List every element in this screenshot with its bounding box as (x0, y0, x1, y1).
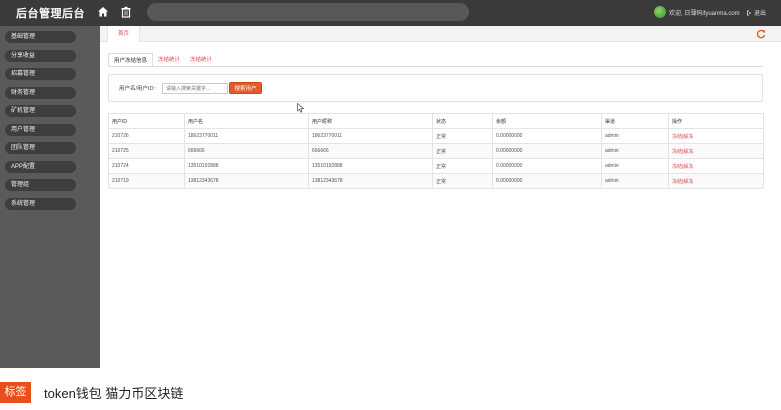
table-row: 210725 666666 666666 正常 0.00000000 admin… (108, 143, 764, 159)
home-icon[interactable] (96, 5, 110, 19)
cell-user-id: 210719 (108, 173, 185, 189)
logout-link[interactable]: 退出 (746, 8, 766, 17)
cell-user-id: 210724 (108, 158, 185, 174)
cell-user-id: 210725 (108, 143, 185, 159)
sidebar: 基础管理 分享收益 招募管理 财务管理 矿机管理 用户管理 团队管理 APP配置… (0, 26, 100, 368)
filter-label: 用户名/用户ID: (119, 86, 156, 92)
app-frame: 后台管理后台 欢迎, 日薄码ifyuanma.com 退出 基础管理 分享收益 … (0, 0, 781, 368)
filter-panel: 用户名/用户ID: 搜索用户 (108, 74, 763, 102)
sidebar-item-miner[interactable]: 矿机管理 (5, 105, 76, 117)
freeze-action-link[interactable]: 冻结|解冻 (668, 158, 764, 174)
cell-nickname: 13510192888 (308, 158, 433, 174)
col-user-id: 用户ID (108, 113, 185, 129)
sidebar-item-team[interactable]: 团队管理 (5, 142, 76, 154)
app-title: 后台管理后台 (16, 8, 85, 20)
user-table: 用户ID 用户名 用户昵称 状态 余额 渠道 操作 210726 1862377… (108, 113, 764, 189)
tab-home[interactable]: 首页 (107, 26, 140, 42)
user-info: 欢迎, 日薄码ifyuanma.com (654, 5, 740, 19)
cell-balance: 0.00000000 (492, 128, 602, 144)
table-row: 210719 13812343678 13812343678 正常 0.0000… (108, 173, 764, 189)
sidebar-item-app-config[interactable]: APP配置 (5, 160, 76, 173)
sidebar-item-system[interactable]: 系统管理 (5, 197, 76, 210)
freeze-action-link[interactable]: 冻结|解冻 (668, 143, 764, 159)
cell-user-id: 210726 (108, 128, 185, 144)
sidebar-item-admin-group[interactable]: 管理组 (5, 179, 76, 191)
cell-balance: 0.00000000 (492, 158, 602, 174)
freeze-action-link[interactable]: 冻结|解冻 (668, 128, 764, 144)
sub-tabs: 用户冻结信息 冻结统计 冻结统计 (108, 53, 217, 67)
cell-status: 正常 (432, 173, 493, 189)
cell-username: 18623770011 (184, 128, 309, 144)
main-content: 首页 用户冻结信息 冻结统计 冻结统计 用户名/用户ID: 搜索用户 (100, 26, 781, 368)
col-nickname: 用户昵称 (308, 113, 433, 129)
sidebar-item-share-income[interactable]: 分享收益 (5, 49, 76, 62)
logout-icon (747, 10, 752, 15)
cursor-icon (297, 103, 305, 113)
table-row: 210724 13510192888 13510192888 正常 0.0000… (108, 158, 764, 174)
cell-status: 正常 (432, 128, 493, 144)
avatar[interactable] (654, 6, 666, 18)
sidebar-item-users[interactable]: 用户管理 (5, 123, 76, 136)
col-actions: 操作 (668, 113, 764, 129)
col-balance: 余额 (492, 113, 602, 129)
cell-nickname: 666666 (308, 143, 433, 159)
refresh-icon[interactable] (756, 29, 766, 39)
subtab-freeze-stats[interactable]: 冻结统计 (153, 53, 185, 67)
search-input[interactable] (162, 83, 228, 94)
tag-badge: 标签 (0, 382, 31, 403)
cell-status: 正常 (432, 143, 493, 159)
cell-balance: 0.00000000 (492, 143, 602, 159)
subtab-user-freeze[interactable]: 用户冻结信息 (108, 53, 154, 67)
cell-channel: admin (601, 173, 669, 189)
col-username: 用户名 (184, 113, 309, 129)
cell-balance: 0.00000000 (492, 173, 602, 189)
logout-label: 退出 (754, 11, 767, 17)
sidebar-item-recruit[interactable]: 招募管理 (5, 68, 76, 80)
cell-channel: admin (601, 128, 669, 144)
cell-username: 666666 (184, 143, 309, 159)
cell-channel: admin (601, 143, 669, 159)
cell-status: 正常 (432, 158, 493, 174)
trash-icon[interactable] (119, 5, 133, 19)
top-search-bar[interactable] (147, 3, 469, 21)
col-status: 状态 (432, 113, 493, 129)
welcome-text: 欢迎, 日薄码ifyuanma.com (669, 10, 740, 17)
freeze-action-link[interactable]: 冻结|解冻 (668, 173, 764, 189)
top-bar: 后台管理后台 欢迎, 日薄码ifyuanma.com 退出 (0, 0, 781, 26)
search-user-button[interactable]: 搜索用户 (229, 82, 262, 94)
cell-nickname: 13812343678 (308, 173, 433, 189)
cell-username: 13812343678 (184, 173, 309, 189)
page-tab-strip: 首页 (100, 26, 781, 42)
tag-text[interactable]: token钱包 猫力币区块链 (44, 383, 183, 402)
sidebar-item-basic[interactable]: 基础管理 (5, 31, 76, 43)
subtab-freeze-stats-2[interactable]: 冻结统计 (185, 53, 217, 67)
tag-line: 标签 token钱包 猫力币区块链 (0, 382, 183, 403)
cell-username: 13510192888 (184, 158, 309, 174)
table-header-row: 用户ID 用户名 用户昵称 状态 余额 渠道 操作 (108, 113, 764, 129)
col-channel: 渠道 (601, 113, 669, 129)
cell-channel: admin (601, 158, 669, 174)
table-row: 210726 18623770011 18623770011 正常 0.0000… (108, 128, 764, 144)
cell-nickname: 18623770011 (308, 128, 433, 144)
divider (108, 66, 763, 67)
sidebar-item-finance[interactable]: 财务管理 (5, 86, 76, 99)
